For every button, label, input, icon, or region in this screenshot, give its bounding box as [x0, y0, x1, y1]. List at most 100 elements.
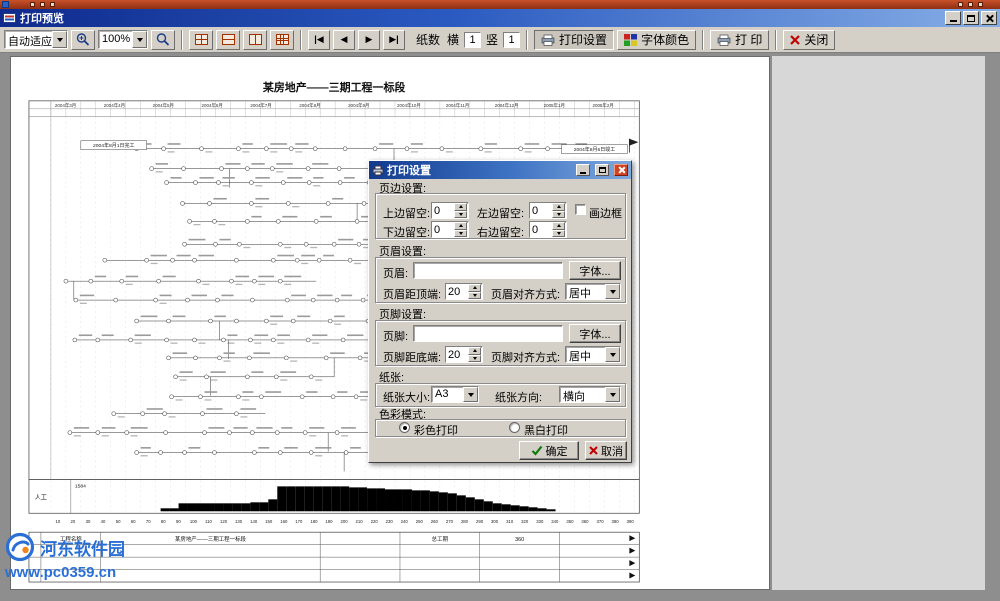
chevron-down-icon[interactable]: [132, 31, 147, 48]
spin-down-button[interactable]: [454, 230, 467, 238]
toolbar-separator: [526, 30, 528, 50]
svg-text:210: 210: [356, 519, 364, 524]
toolbar: 自动适应 100% |◀ ◀ ▶ ▶| 纸数 横 竖 打印设置 字体颜色: [0, 27, 1000, 53]
background-strip-icon: [50, 2, 55, 7]
layout-2x2-button[interactable]: [189, 30, 213, 50]
header-offset-spinner[interactable]: [445, 283, 483, 300]
header-align-select[interactable]: 居中: [565, 283, 621, 300]
header-offset-input[interactable]: [446, 284, 468, 299]
color-print-radio[interactable]: [399, 422, 410, 433]
header-text-label: 页眉:: [383, 265, 408, 281]
site-name: 河东软件园: [40, 535, 125, 560]
top-margin-input[interactable]: [432, 203, 454, 218]
print-button[interactable]: 打 印: [710, 30, 769, 50]
svg-text:2004年8月1日完工: 2004年8月1日完工: [93, 142, 134, 149]
header-text-input[interactable]: [413, 262, 563, 279]
dialog-maximize-button[interactable]: [595, 164, 609, 176]
close-button[interactable]: [981, 11, 997, 25]
draw-border-label: 画边框: [589, 205, 622, 221]
dialog-close-button[interactable]: [614, 164, 628, 176]
bottom-margin-input[interactable]: [432, 222, 454, 237]
paper-size-value: A3: [432, 387, 463, 402]
svg-text:50: 50: [116, 519, 121, 524]
right-margin-input[interactable]: [530, 222, 552, 237]
draw-border-checkbox[interactable]: [575, 204, 586, 215]
bw-print-label: 黑白打印: [524, 422, 568, 438]
maximize-button[interactable]: [963, 11, 979, 25]
background-window-strip: [0, 0, 1000, 9]
spin-up-button[interactable]: [468, 284, 481, 292]
chevron-down-icon[interactable]: [605, 284, 620, 299]
first-page-button[interactable]: |◀: [308, 30, 330, 50]
spin-down-button[interactable]: [454, 211, 467, 219]
chevron-down-icon[interactable]: [52, 31, 67, 48]
spin-down-button[interactable]: [552, 211, 565, 219]
ok-button[interactable]: 确定: [519, 441, 579, 460]
window-titlebar[interactable]: 打印预览: [0, 9, 1000, 27]
horizontal-count-input[interactable]: [464, 32, 481, 48]
spin-up-button[interactable]: [468, 347, 481, 355]
close-preview-button[interactable]: 关闭: [783, 30, 835, 50]
last-page-button[interactable]: ▶|: [383, 30, 405, 50]
left-margin-input[interactable]: [530, 203, 552, 218]
grid-horizontal-icon: [222, 34, 235, 45]
chevron-down-icon[interactable]: [605, 347, 620, 362]
layout-3x3-button[interactable]: [270, 30, 294, 50]
paper-orientation-select[interactable]: 横向: [559, 386, 621, 403]
spin-up-button[interactable]: [552, 203, 565, 211]
footer-offset-input[interactable]: [446, 347, 468, 362]
right-margin-spinner[interactable]: [529, 221, 567, 238]
chevron-down-icon[interactable]: [605, 387, 620, 402]
svg-text:330: 330: [536, 519, 544, 524]
printer-icon: [541, 34, 555, 46]
print-settings-label: 打印设置: [559, 31, 607, 48]
vertical-count-input[interactable]: [503, 32, 520, 48]
spin-up-button[interactable]: [454, 203, 467, 211]
zoom-level-select[interactable]: 100%: [98, 30, 148, 49]
layout-horizontal-button[interactable]: [216, 30, 240, 50]
spin-down-button[interactable]: [552, 230, 565, 238]
zoom-fit-button[interactable]: [151, 30, 175, 50]
dialog-titlebar[interactable]: 打印设置: [369, 161, 631, 179]
print-settings-button[interactable]: 打印设置: [534, 30, 614, 50]
footer-font-button[interactable]: 字体...: [569, 324, 621, 343]
background-strip-icon: [978, 2, 983, 7]
font-color-button[interactable]: 字体颜色: [617, 30, 696, 50]
spin-down-button[interactable]: [468, 292, 481, 300]
paper-size-label: 纸张大小:: [383, 389, 430, 405]
top-margin-spinner[interactable]: [431, 202, 469, 219]
layout-vertical-button[interactable]: [243, 30, 267, 50]
dialog-minimize-button[interactable]: [576, 164, 590, 176]
font-color-icon: [624, 34, 637, 46]
left-margin-spinner[interactable]: [529, 202, 567, 219]
paper-size-select[interactable]: A3: [431, 386, 479, 403]
prev-page-button[interactable]: ◀: [333, 30, 355, 50]
cancel-button[interactable]: 取消: [585, 441, 627, 460]
footer-text-input[interactable]: [413, 325, 563, 342]
svg-text:390: 390: [627, 519, 635, 524]
spin-up-button[interactable]: [454, 222, 467, 230]
bottom-margin-spinner[interactable]: [431, 221, 469, 238]
window-title: 打印预览: [20, 10, 943, 26]
check-icon: [531, 445, 543, 456]
spin-up-button[interactable]: [552, 222, 565, 230]
print-label: 打 印: [735, 31, 762, 48]
background-strip-icon: [40, 2, 45, 7]
minimize-button[interactable]: [945, 11, 961, 25]
left-margin-label: 左边留空:: [477, 205, 524, 221]
spin-down-button[interactable]: [468, 355, 481, 363]
footer-align-select[interactable]: 居中: [565, 346, 621, 363]
red-x-icon: [589, 446, 598, 455]
next-page-button[interactable]: ▶: [358, 30, 380, 50]
svg-text:60: 60: [131, 519, 136, 524]
bw-print-radio[interactable]: [509, 422, 520, 433]
footer-offset-spinner[interactable]: [445, 346, 483, 363]
svg-text:90: 90: [176, 519, 181, 524]
red-x-icon: [790, 35, 800, 45]
svg-text:40: 40: [101, 519, 106, 524]
header-font-button[interactable]: 字体...: [569, 261, 621, 280]
background-strip-icon: [958, 2, 963, 7]
fit-mode-select[interactable]: 自动适应: [4, 30, 68, 49]
zoom-in-button[interactable]: [71, 30, 95, 50]
chevron-down-icon[interactable]: [463, 387, 478, 402]
